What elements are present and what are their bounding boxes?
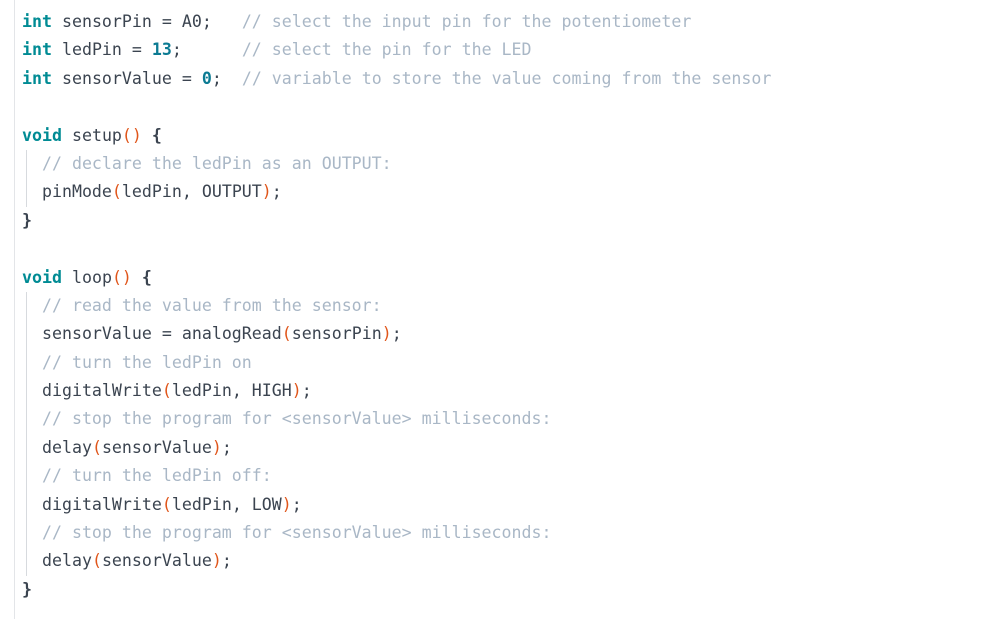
code-token-paren: () bbox=[111, 267, 132, 287]
code-line[interactable]: // turn the ledPin on bbox=[0, 348, 991, 378]
code-token-plain: ledPin = bbox=[51, 40, 152, 60]
code-token-brace: } bbox=[22, 210, 32, 230]
code-token-plain: sensorValue bbox=[101, 551, 212, 571]
code-token-keyword: int bbox=[22, 12, 52, 31]
code-token-function: digitalWrite bbox=[41, 381, 162, 401]
code-token-plain: sensorPin bbox=[291, 324, 382, 344]
code-line[interactable]: int sensorPin = A0; // select the input … bbox=[0, 8, 991, 36]
code-token-plain: ; bbox=[171, 40, 242, 60]
code-token-paren: () bbox=[121, 125, 142, 145]
code-token-keyword: void bbox=[22, 267, 62, 287]
code-token-plain: ; bbox=[291, 494, 302, 514]
code-token-plain: sensorValue bbox=[101, 437, 212, 457]
code-line[interactable]: int ledPin = 13; // select the pin for t… bbox=[0, 36, 991, 64]
code-token-comment: // read the value from the sensor: bbox=[41, 295, 382, 315]
code-token-paren: ( bbox=[111, 182, 122, 202]
code-line[interactable]: void setup() { bbox=[0, 122, 991, 150]
code-token-comment: // turn the ledPin off: bbox=[41, 466, 272, 486]
code-token-function: delay bbox=[41, 437, 92, 457]
code-token-keyword: void bbox=[22, 125, 62, 145]
code-line[interactable]: pinMode(ledPin, OUTPUT); bbox=[0, 178, 991, 208]
code-token-paren: ( bbox=[281, 324, 292, 344]
code-token-plain: ; bbox=[301, 381, 312, 401]
code-line[interactable]: digitalWrite(ledPin, LOW); bbox=[0, 490, 991, 520]
code-token-comment: // stop the program for <sensorValue> mi… bbox=[41, 523, 552, 543]
code-token-comment: // stop the program for <sensorValue> mi… bbox=[41, 409, 552, 429]
code-line[interactable]: // read the value from the sensor: bbox=[0, 291, 991, 321]
code-token-plain: ledPin, LOW bbox=[171, 494, 282, 514]
code-token-plain: ; bbox=[271, 182, 282, 202]
code-token-plain: sensorPin = A0; bbox=[51, 12, 242, 31]
code-token-plain: ; bbox=[221, 551, 232, 571]
code-line[interactable] bbox=[0, 93, 991, 121]
code-token-function: delay bbox=[41, 551, 92, 571]
code-line[interactable]: digitalWrite(ledPin, HIGH); bbox=[0, 377, 991, 406]
code-token-function: analogRead bbox=[181, 324, 282, 344]
code-token-comment: // select the pin for the LED bbox=[241, 40, 532, 60]
code-token-paren: ) bbox=[281, 494, 292, 514]
code-token-plain: ; bbox=[211, 68, 242, 88]
code-token-function: setup bbox=[71, 125, 122, 145]
code-token-brace: { bbox=[141, 267, 152, 287]
code-token-paren: ) bbox=[211, 437, 222, 457]
code-line[interactable]: sensorValue = analogRead(sensorPin); bbox=[0, 320, 991, 350]
code-token-brace: { bbox=[151, 125, 162, 145]
code-token-paren: ( bbox=[161, 494, 172, 514]
code-line[interactable] bbox=[0, 235, 991, 263]
code-line[interactable]: // stop the program for <sensorValue> mi… bbox=[0, 405, 991, 435]
code-lines-container[interactable]: int sensorPin = A0; // select the input … bbox=[0, 8, 991, 604]
code-token-plain: ledPin, OUTPUT bbox=[121, 182, 262, 202]
code-token-keyword: int bbox=[22, 68, 52, 88]
code-line[interactable]: } bbox=[0, 207, 991, 235]
code-token-comment: // select the input pin for the potentio… bbox=[241, 12, 692, 31]
code-token-paren: ( bbox=[91, 551, 102, 571]
code-token-comment: // turn the ledPin on bbox=[41, 352, 252, 372]
code-token-function: loop bbox=[71, 267, 112, 287]
code-token-brace: } bbox=[22, 579, 32, 599]
code-token-plain: sensorValue = bbox=[22, 324, 182, 344]
code-line[interactable]: } bbox=[0, 576, 991, 604]
code-listing[interactable]: int sensorPin = A0; // select the input … bbox=[0, 0, 991, 619]
code-token-function: digitalWrite bbox=[41, 494, 162, 514]
code-line[interactable]: delay(sensorValue); bbox=[0, 433, 991, 463]
code-token-comment: // declare the ledPin as an OUTPUT: bbox=[41, 153, 392, 173]
code-line[interactable]: int sensorValue = 0; // variable to stor… bbox=[0, 65, 991, 93]
code-token-plain: ledPin, HIGH bbox=[171, 381, 292, 401]
code-token-plain: sensorValue = bbox=[51, 68, 202, 88]
code-token-comment: // variable to store the value coming fr… bbox=[241, 68, 772, 88]
code-token-plain: ; bbox=[221, 437, 232, 457]
code-token-paren: ( bbox=[91, 437, 102, 457]
code-token-paren: ) bbox=[261, 182, 272, 202]
code-token-number: 0 bbox=[201, 68, 212, 88]
code-line[interactable]: // turn the ledPin off: bbox=[0, 462, 991, 492]
code-token-keyword: int bbox=[22, 40, 52, 60]
code-line[interactable]: // stop the program for <sensorValue> mi… bbox=[0, 519, 991, 548]
code-token-paren: ) bbox=[291, 381, 302, 401]
code-line[interactable]: // declare the ledPin as an OUTPUT: bbox=[0, 149, 991, 179]
code-line[interactable]: delay(sensorValue); bbox=[0, 547, 991, 577]
code-token-function: pinMode bbox=[41, 182, 112, 202]
code-token-paren: ( bbox=[161, 381, 172, 401]
code-token-paren: ) bbox=[211, 551, 222, 571]
code-token-plain: ; bbox=[391, 324, 402, 344]
code-token-paren: ) bbox=[381, 324, 392, 344]
code-token-number: 13 bbox=[151, 40, 172, 60]
code-line[interactable]: void loop() { bbox=[0, 264, 991, 292]
